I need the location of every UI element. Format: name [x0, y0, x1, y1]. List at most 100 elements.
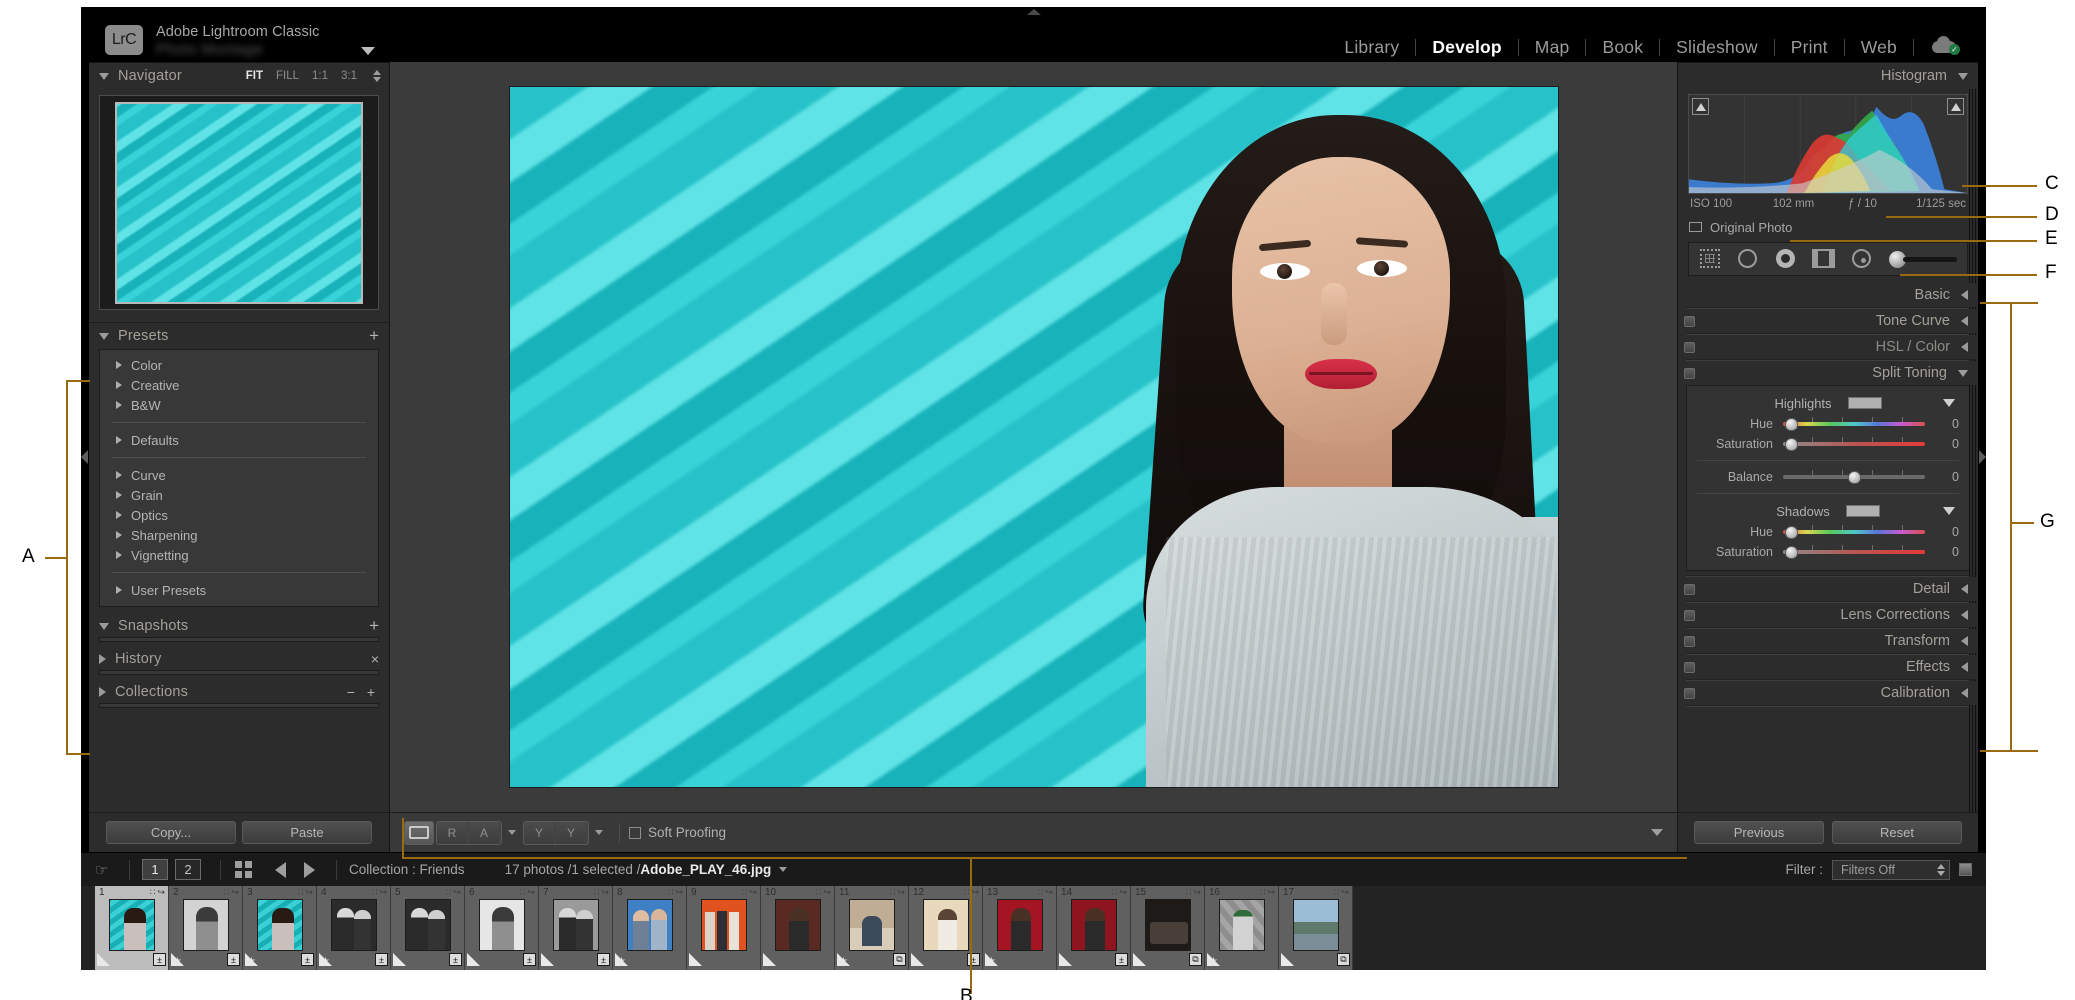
slider-balance[interactable]: Balance 0 [1687, 467, 1969, 487]
panel-switch-split-toning[interactable] [1684, 368, 1695, 379]
left-panel-collapse-edge[interactable] [81, 62, 89, 852]
slider-shadows-saturation[interactable]: Saturation 0 [1687, 542, 1969, 562]
preset-group-bw[interactable]: B&W [100, 395, 378, 415]
module-print[interactable]: Print [1775, 36, 1844, 58]
slider-value[interactable]: 0 [1925, 470, 1959, 484]
chevron-left-icon[interactable] [1961, 342, 1968, 352]
preset-group-color[interactable]: Color [100, 355, 378, 375]
chevron-right-icon[interactable] [99, 654, 106, 664]
thumbnail-develop-badge[interactable]: ⧉ [893, 953, 906, 966]
zoom-3-1[interactable]: 3:1 [341, 70, 357, 82]
preset-group-grain[interactable]: Grain [100, 485, 378, 505]
catalog-dropdown-caret-icon[interactable] [361, 47, 375, 55]
panel-switch-effects[interactable] [1684, 662, 1695, 673]
reset-button[interactable]: Reset [1832, 821, 1962, 844]
module-map[interactable]: Map [1519, 36, 1586, 58]
thumbnail-develop-badge[interactable]: ± [301, 953, 314, 966]
chevron-left-icon[interactable] [1961, 584, 1968, 594]
filter-stepper-icon[interactable] [1937, 864, 1945, 876]
crop-overlay-icon[interactable] [1699, 247, 1723, 271]
history-header[interactable]: History × [89, 648, 389, 670]
preset-group-sharpening[interactable]: Sharpening [100, 525, 378, 545]
filmstrip-thumbnail[interactable]: 6∷↪± [465, 886, 539, 970]
right-panel-scrollbar[interactable] [1969, 63, 1978, 852]
filmstrip-thumbnail[interactable]: 17∷↪⧉ [1279, 886, 1353, 970]
filmstrip-thumbnail[interactable]: 14∷↪± [1057, 886, 1131, 970]
chevron-down-icon[interactable] [99, 333, 109, 340]
cloud-sync-icon[interactable]: ✓ [1932, 36, 1962, 58]
slider-track[interactable] [1783, 470, 1925, 484]
panel-lens-corrections[interactable]: Lens Corrections [1678, 603, 1978, 627]
slider-value[interactable]: 0 [1925, 417, 1959, 431]
preset-group-vignetting[interactable]: Vignetting [100, 545, 378, 565]
red-eye-icon[interactable] [1775, 247, 1799, 271]
filename-dropdown-icon[interactable] [779, 867, 787, 872]
chevron-left-icon[interactable] [1961, 636, 1968, 646]
panel-switch-transform[interactable] [1684, 636, 1695, 647]
filmstrip-thumbnail[interactable]: 15∷↪⧉ [1131, 886, 1205, 970]
filmstrip-thumbnail[interactable]: 1∷↪± [95, 886, 169, 970]
right-panel-collapse-edge[interactable] [1978, 62, 1986, 852]
before-after-dropdown-icon[interactable] [508, 830, 516, 835]
arrow-left-icon[interactable] [275, 862, 286, 878]
chevron-down-icon[interactable] [1958, 73, 1968, 80]
filmstrip-thumbnail[interactable]: 7∷↪± [539, 886, 613, 970]
snapshots-header[interactable]: Snapshots + [89, 615, 389, 637]
slider-value[interactable]: 0 [1925, 437, 1959, 451]
thumbnail-develop-badge[interactable]: ± [153, 953, 166, 966]
module-slideshow[interactable]: Slideshow [1660, 36, 1774, 58]
highlights-expand-icon[interactable] [1943, 399, 1955, 407]
window-grip-icon[interactable] [1027, 9, 1041, 15]
histogram-header[interactable]: Histogram [1678, 63, 1978, 89]
image-canvas[interactable] [390, 62, 1677, 812]
slider-value[interactable]: 0 [1925, 545, 1959, 559]
filmstrip-thumbnail[interactable]: 3∷↪★± [243, 886, 317, 970]
filmstrip-thumbnail[interactable]: 5∷↪± [391, 886, 465, 970]
filmstrip-thumbnail[interactable]: 11∷↪★⧉ [835, 886, 909, 970]
split-view-group[interactable]: Y Y [523, 821, 589, 845]
filmstrip-thumbnail[interactable]: 16∷↪★ [1205, 886, 1279, 970]
thumbnail-develop-badge[interactable]: ± [967, 953, 980, 966]
loupe-view-button[interactable] [404, 821, 434, 845]
split-view-dropdown-icon[interactable] [595, 830, 603, 835]
soft-proofing-checkbox[interactable] [629, 827, 641, 839]
collections-actions[interactable]: − + [347, 685, 379, 699]
module-library[interactable]: Library [1328, 36, 1415, 58]
preset-group-optics[interactable]: Optics [100, 505, 378, 525]
panel-calibration[interactable]: Calibration [1678, 681, 1978, 705]
filter-toggle-button[interactable] [1959, 863, 1972, 876]
grid-view-icon[interactable] [235, 861, 252, 878]
chevron-down-icon[interactable] [1958, 370, 1968, 377]
previous-button[interactable]: Previous [1694, 821, 1824, 844]
slider-knob[interactable] [1785, 438, 1798, 451]
before-after-r-icon[interactable]: R [437, 821, 467, 845]
radial-filter-icon[interactable] [1851, 247, 1875, 271]
chevron-right-icon[interactable] [99, 687, 106, 697]
chevron-left-icon[interactable] [1961, 662, 1968, 672]
filter-select[interactable]: Filters Off [1832, 860, 1950, 880]
zoom-1-1[interactable]: 1:1 [312, 70, 328, 82]
thumbnail-develop-badge[interactable]: ± [227, 953, 240, 966]
add-preset-button[interactable]: + [369, 329, 379, 343]
preset-group-creative[interactable]: Creative [100, 375, 378, 395]
thumbnail-develop-badge[interactable]: ± [597, 953, 610, 966]
filmstrip-thumbnail[interactable]: 10∷↪ [761, 886, 835, 970]
panel-transform[interactable]: Transform [1678, 629, 1978, 653]
screen-2-button[interactable]: 2 [175, 859, 201, 880]
chevron-left-icon[interactable] [1961, 610, 1968, 620]
filmstrip[interactable]: 1∷↪±2∷↪★±3∷↪★±4∷↪★±5∷↪±6∷↪±7∷↪±8∷↪★9∷↪10… [81, 886, 1986, 970]
slider-shadows-hue[interactable]: Hue 0 [1687, 522, 1969, 542]
preset-group-user-presets[interactable]: User Presets [100, 580, 378, 600]
highlight-clipping-indicator[interactable] [1947, 98, 1964, 115]
slider-highlights-saturation[interactable]: Saturation 0 [1687, 434, 1969, 454]
before-after-group[interactable]: R A [436, 821, 502, 845]
before-after-a-icon[interactable]: A [469, 821, 499, 845]
split-view-y2-icon[interactable]: Y [556, 821, 586, 845]
thumbnail-develop-badge[interactable]: ± [1115, 953, 1128, 966]
thumbnail-develop-badge[interactable]: ⧉ [1337, 953, 1350, 966]
shadows-expand-icon[interactable] [1943, 507, 1955, 515]
chevron-left-icon[interactable] [1961, 290, 1968, 300]
zoom-stepper[interactable] [373, 70, 381, 82]
slider-track[interactable] [1783, 545, 1925, 559]
navigator-header[interactable]: Navigator FIT FILL 1:1 3:1 [89, 63, 389, 89]
